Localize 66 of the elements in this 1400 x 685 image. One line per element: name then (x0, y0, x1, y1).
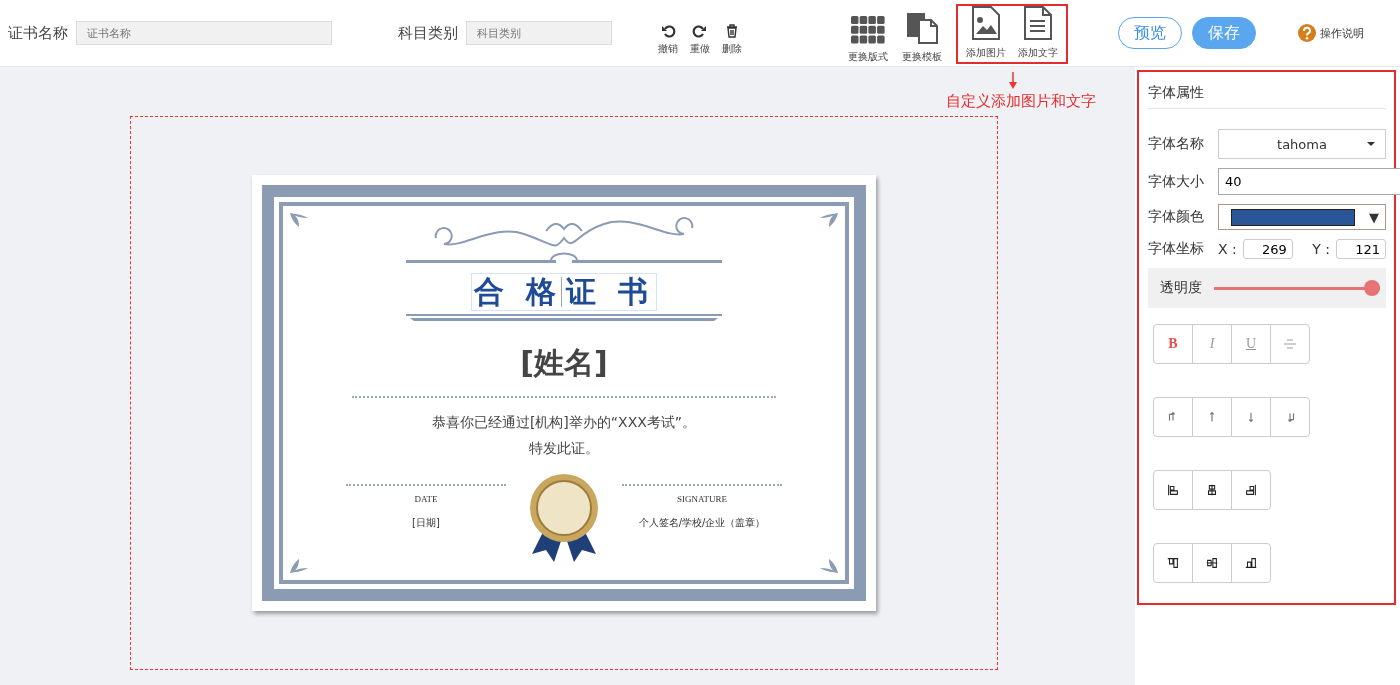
align-icon (1166, 556, 1180, 570)
field-label: 科目类别 (398, 23, 458, 43)
align-button[interactable] (1153, 543, 1193, 583)
help-link[interactable]: 操作说明 (1298, 24, 1364, 42)
signature-label: SIGNATURE (677, 494, 727, 504)
text-file-icon (1024, 6, 1052, 40)
toolbar-button[interactable]: 更换模板 (896, 10, 948, 64)
layer-button[interactable] (1231, 397, 1271, 437)
annotation-text: 自定义添加图片和文字 (946, 92, 1096, 111)
input-field[interactable]: 证书名称 (76, 21, 332, 45)
field-label: 字体名称 (1148, 135, 1205, 153)
strikethrough-icon (1284, 339, 1296, 349)
toolbar-button[interactable]: 删除 (718, 22, 746, 56)
field-label: X : (1218, 241, 1237, 257)
align-button[interactable] (1192, 543, 1232, 583)
slider-thumb[interactable] (1364, 280, 1380, 296)
grid-icon (851, 16, 885, 44)
slider-label: 透明度 (1160, 279, 1202, 297)
help-icon (1298, 24, 1316, 42)
input-field[interactable]: 科目类别 (466, 21, 612, 45)
strike-button[interactable] (1270, 324, 1310, 364)
field-label: 字体颜色 (1148, 208, 1205, 226)
redo-icon (692, 22, 708, 39)
align-button[interactable] (1153, 470, 1193, 510)
date-label: DATE (414, 494, 438, 504)
input-field[interactable]: 121 (1336, 239, 1386, 259)
align-icon (1205, 556, 1219, 570)
toolbar-button[interactable]: 撤销 (654, 22, 682, 56)
align-button[interactable] (1192, 470, 1232, 510)
layer-button[interactable] (1192, 397, 1232, 437)
certificate-title: 合 格 证 书 (471, 273, 657, 311)
color-picker[interactable]: ▼ (1218, 204, 1386, 230)
trash-icon (724, 22, 740, 39)
recipient-name: [姓名] (352, 343, 776, 398)
toolbar-button[interactable]: 重做 (686, 22, 714, 56)
bold-button[interactable]: B (1153, 324, 1193, 364)
arrow-icon (1008, 72, 1018, 90)
field-label: Y : (1312, 241, 1330, 257)
medal-icon (528, 472, 600, 564)
toolbar-button[interactable]: 添加图片 (960, 6, 1012, 60)
toolbar-button[interactable]: 更换版式 (842, 10, 894, 64)
signature-text: 个人签名/学校/企业（盖章） (638, 516, 766, 530)
input-field[interactable]: 269 (1242, 239, 1293, 259)
preview-button[interactable]: 预览 (1118, 17, 1182, 49)
caret-icon (1367, 142, 1375, 146)
align-button[interactable] (1231, 470, 1271, 510)
field-label: 字体坐标 (1148, 240, 1205, 258)
align-icon (1205, 483, 1219, 497)
input-field[interactable]: 40 (1218, 168, 1400, 195)
image-file-icon (972, 6, 1000, 40)
documents-icon (905, 12, 939, 44)
toolbar-button[interactable]: 添加文字 (1012, 6, 1064, 60)
font-dropdown[interactable]: tahoma (1218, 129, 1386, 159)
field-label: 证书名称 (8, 23, 68, 43)
align-icon (1244, 483, 1258, 497)
field-label: 字体大小 (1148, 172, 1205, 191)
align-icon (1166, 483, 1180, 497)
undo-icon (660, 22, 676, 39)
panel-title: 字体属性 (1148, 72, 1386, 109)
date-text: [日期] (412, 516, 440, 530)
layer-button[interactable] (1153, 397, 1193, 437)
certificate-text: 恭喜你已经通过[机构]举办的“XXX考试”。 (431, 414, 697, 432)
layer-button[interactable] (1270, 397, 1310, 437)
align-button[interactable] (1231, 543, 1271, 583)
certificate-text: 特发此证。 (529, 440, 599, 458)
align-icon (1244, 556, 1258, 570)
